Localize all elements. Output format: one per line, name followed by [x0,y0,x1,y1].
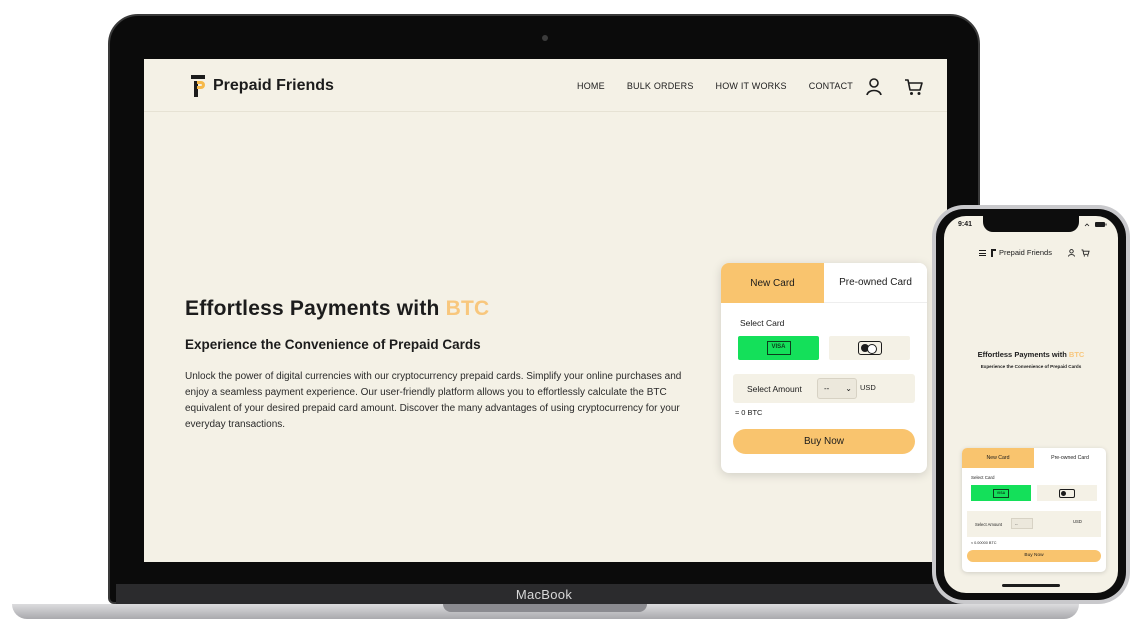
phone-buy-now-button[interactable]: Buy Now [967,550,1101,562]
select-amount-label: Select Amount [747,384,802,394]
logo-text: Prepaid Friends [213,77,334,94]
phone-tab-new-card[interactable]: New Card [962,448,1034,468]
phone-select-amount-label: Select Amount [975,522,1003,527]
phone-hero-title-accent: BTC [1068,350,1085,359]
logo-icon [191,75,207,97]
phone-logo-text: Prepaid Friends [999,248,1052,257]
battery-icon [1084,222,1107,227]
top-nav: Prepaid Friends HOME BULK ORDERS HOW IT … [144,59,947,112]
phone-amount-row: Select Amount -- USD [967,511,1101,537]
cart-icon[interactable] [904,78,924,96]
nav-item-how-it-works[interactable]: HOW IT WORKS [716,81,787,91]
nav-menu: HOME BULK ORDERS HOW IT WORKS CONTACT [577,81,853,91]
hero-title-accent: BTC [445,297,490,320]
hamburger-menu-icon[interactable] [979,250,986,256]
nav-item-contact[interactable]: CONTACT [809,81,853,91]
hero-title: Effortless Payments with BTC [185,297,490,320]
phone-tab-preowned-card[interactable]: Pre-owned Card [1034,448,1106,468]
phone-hero-subtitle: Experience the Convenience of Prepaid Ca… [980,364,1082,369]
phone-visa-card-option[interactable]: VISA [971,485,1031,501]
hero-subtitle: Experience the Convenience of Prepaid Ca… [185,337,481,352]
select-card-label: Select Card [740,318,785,328]
chevron-down-icon: ⌄ [845,384,852,393]
tab-preowned-card[interactable]: Pre-owned Card [824,263,927,303]
mastercard-card-option[interactable] [829,336,910,360]
phone-btc-estimate: ≈ 0.00000 BTC [971,541,997,545]
buy-now-button[interactable]: Buy Now [733,429,915,454]
phone-amount-select[interactable]: -- [1011,518,1033,529]
status-time: 9:41 [958,221,973,228]
phone-user-icon[interactable] [1068,249,1075,257]
btc-estimate: ≈ 0 BTC [735,408,763,417]
visa-card-option[interactable]: VISA [738,336,819,360]
phone-select-card-label: Select Card [971,475,995,480]
nav-item-home[interactable]: HOME [577,81,605,91]
amount-select[interactable]: -- ⌄ [817,378,857,399]
camera-icon [542,35,548,41]
home-indicator [1002,584,1060,587]
phone-currency-unit: USD [1073,519,1082,524]
card-purchase-widget: New Card Pre-owned Card Select Card VISA… [721,263,927,473]
phone-cart-icon[interactable] [1081,249,1090,257]
nav-item-bulk-orders[interactable]: BULK ORDERS [627,81,694,91]
tab-new-card[interactable]: New Card [721,263,824,303]
phone-visa-icon: VISA [993,488,1009,498]
mastercard-icon [857,341,882,355]
visa-icon: VISA [766,341,791,355]
phone-card-widget: New Card Pre-owned Card Select Card VISA… [962,448,1106,572]
currency-unit: USD [860,383,876,392]
laptop-brand: MacBook [116,584,972,606]
user-icon[interactable] [866,78,882,96]
phone-mastercard-card-option[interactable] [1037,485,1097,501]
phone-mastercard-icon [1059,488,1075,498]
phone-nav: Prepaid Friends [944,246,1118,264]
status-icons [1084,221,1108,230]
hero-description: Unlock the power of digital currencies w… [185,371,682,430]
phone-card-type-tabs: New Card Pre-owned Card [962,448,1106,468]
logo[interactable]: Prepaid Friends [191,75,334,97]
card-type-tabs: New Card Pre-owned Card [721,263,927,303]
phone-logo-icon [991,248,996,257]
phone-hero-title: Effortless Payments with BTC [977,350,1085,359]
amount-row: Select Amount -- ⌄ USD [733,374,915,403]
phone-notch [983,216,1079,232]
phone-logo[interactable]: Prepaid Friends [991,248,1052,257]
laptop-base-notch [443,604,647,612]
phone-screen: 9:41 Prepaid Friends Effortless Payments… [944,216,1118,593]
